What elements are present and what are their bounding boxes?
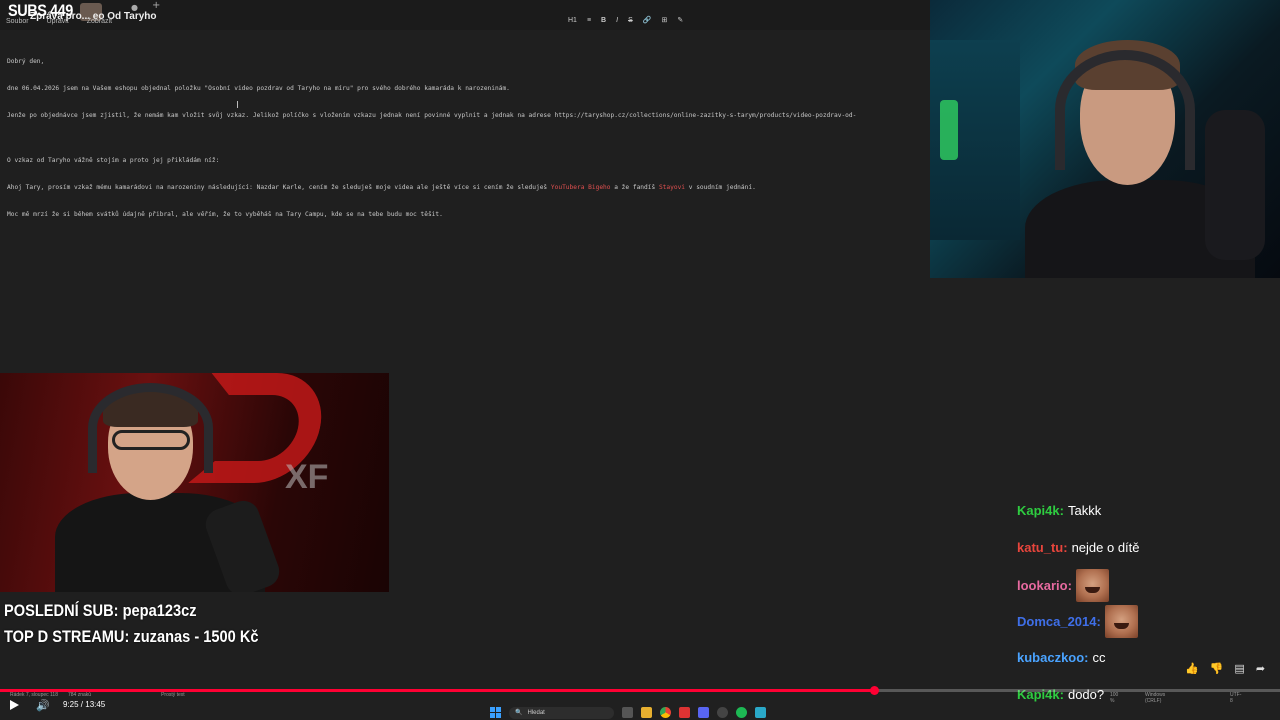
chat-username: kubaczkoo: [1017,650,1089,665]
file-explorer-icon[interactable] [641,707,652,718]
webcam-main [930,0,1280,278]
share-icon[interactable]: ➦ [1256,662,1265,675]
windows-taskbar: 🔍 Hledat [490,705,766,720]
chat-message: Domca_2014: [1017,605,1138,638]
led-light [940,100,958,160]
doc-line: Moc mě mrzí že si během svátků údajně př… [7,211,443,218]
windows-start-icon[interactable] [490,707,501,718]
last-sub-label: POSLEDNÍ SUB: pepa123cz [4,601,197,620]
chat-message: kubaczkoo: cc [1017,650,1106,665]
chrome-icon[interactable] [660,707,671,718]
video-actions: 👍 👎 ▤ ➦ [1185,662,1265,675]
taskbar-search[interactable]: 🔍 Hledat [509,706,614,719]
laughing-emote-icon [1104,605,1138,638]
clear-format-icon[interactable]: ✎ [677,16,683,24]
spellcheck-word: Stayovi [658,184,686,191]
doc-text: v soudním jednání. [685,184,756,191]
video-time: 9:25 / 13:45 [63,700,106,709]
task-view-icon[interactable] [622,707,633,718]
chat-text: nejde o dítě [1071,540,1140,555]
brave-icon[interactable] [679,707,690,718]
microphone [1205,110,1265,260]
chat-message: Kapi4k: Takkk [1017,503,1101,518]
heading-button[interactable]: H1 [568,17,577,24]
like-icon[interactable]: 👍 [1185,662,1199,675]
menu-file[interactable]: Soubor [6,18,29,25]
italic-button[interactable]: I [616,17,618,24]
new-tab-icon[interactable]: + [152,0,160,11]
discord-icon[interactable] [698,707,709,718]
doc-text: Ahoj Tary, prosím vzkaž mému kamarádovi … [7,184,551,191]
menu-view[interactable]: Zobrazit [87,18,112,25]
doc-line: Dobrý den, [7,58,45,65]
chat-username: Domca_2014: [1017,614,1101,629]
list-icon[interactable]: ≡ [587,17,591,24]
wall-sign: XF [285,458,329,496]
document-text[interactable]: Dobrý den, dne 06.04.2026 jsem na Vašem … [7,39,927,237]
chat-message: lookario: [1017,569,1109,602]
chat-username: lookario: [1017,578,1072,593]
search-icon: 🔍 [515,710,523,716]
doc-line: Jenže po objednávce jsem zjistil, že nem… [7,112,857,119]
table-icon[interactable]: ⊞ [661,16,667,24]
chat-message: katu_tu: nejde o dítě [1017,540,1140,555]
doc-line: dne 06.04.2026 jsem na Vašem eshopu obje… [7,85,510,92]
bold-button[interactable]: B [601,17,606,24]
notepad-icon[interactable] [755,707,766,718]
dislike-icon[interactable]: 👎 [1210,662,1224,675]
doc-line: O vzkaz od Taryho vážně stojím a proto j… [7,157,220,164]
format-toolbar: H1 ≡ B I S 🔗 ⊞ ✎ [568,16,683,25]
obs-icon[interactable] [717,707,728,718]
volume-icon[interactable]: 🔊 [36,699,50,712]
tab-close-icon[interactable]: ● [131,3,138,12]
doc-text: a že fandíš [610,184,659,191]
webcam-reactor: XF [0,373,389,592]
spotify-icon[interactable] [736,707,747,718]
top-donation-label: TOP D STREAMU: zuzanas - 1500 Kč [4,627,259,646]
headset [88,383,213,473]
spellcheck-word: YouTubera Bigeho [550,184,611,191]
comment-icon[interactable]: ▤ [1234,662,1244,675]
chat-username: katu_tu: [1017,540,1068,555]
laughing-emote-icon [1075,569,1109,602]
editor-titlebar: Zpráva pro... eo Od Taryho SUBS 449 ● + … [0,0,930,30]
play-icon[interactable] [10,700,19,710]
strikethrough-button[interactable]: S [628,17,633,24]
doc-line: Ahoj Tary, prosím vzkaž mému kamarádovi … [7,183,927,192]
link-icon[interactable]: 🔗 [643,16,652,24]
search-label: Hledat [527,709,545,716]
chat-text: Takkk [1067,503,1102,518]
text-cursor [237,101,238,108]
chat-username: Kapi4k: [1017,503,1064,518]
headset [1055,50,1195,170]
editor-menu: Soubor Upravit Zobrazit [6,18,112,25]
chat-text: cc [1092,650,1106,665]
menu-edit[interactable]: Upravit [47,18,69,25]
